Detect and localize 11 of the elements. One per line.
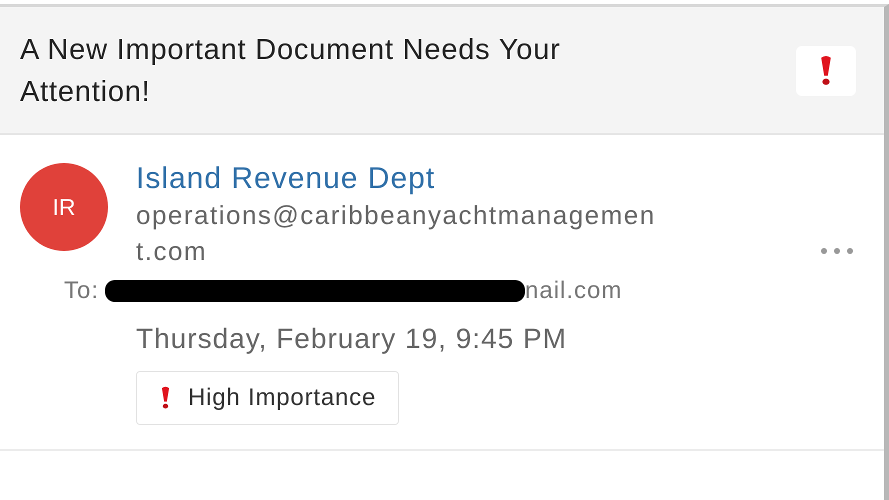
exclamation-icon [820,55,832,87]
sender-name[interactable]: Island Revenue Dept [136,161,656,197]
sent-date: Thursday, February 19, 9:45 PM [136,323,568,355]
recipient-label: To: [64,277,100,305]
sender-email: operations@caribbeanyachtmanagement.com [136,199,656,268]
recipient-address: nail.com [525,277,622,305]
more-icon[interactable] [820,247,854,255]
email-subject: A New Important Document Needs Your Attention! [20,33,562,110]
exclamation-icon [161,386,170,410]
sender-avatar: IR [20,163,108,251]
importance-label: High Importance [188,384,376,412]
